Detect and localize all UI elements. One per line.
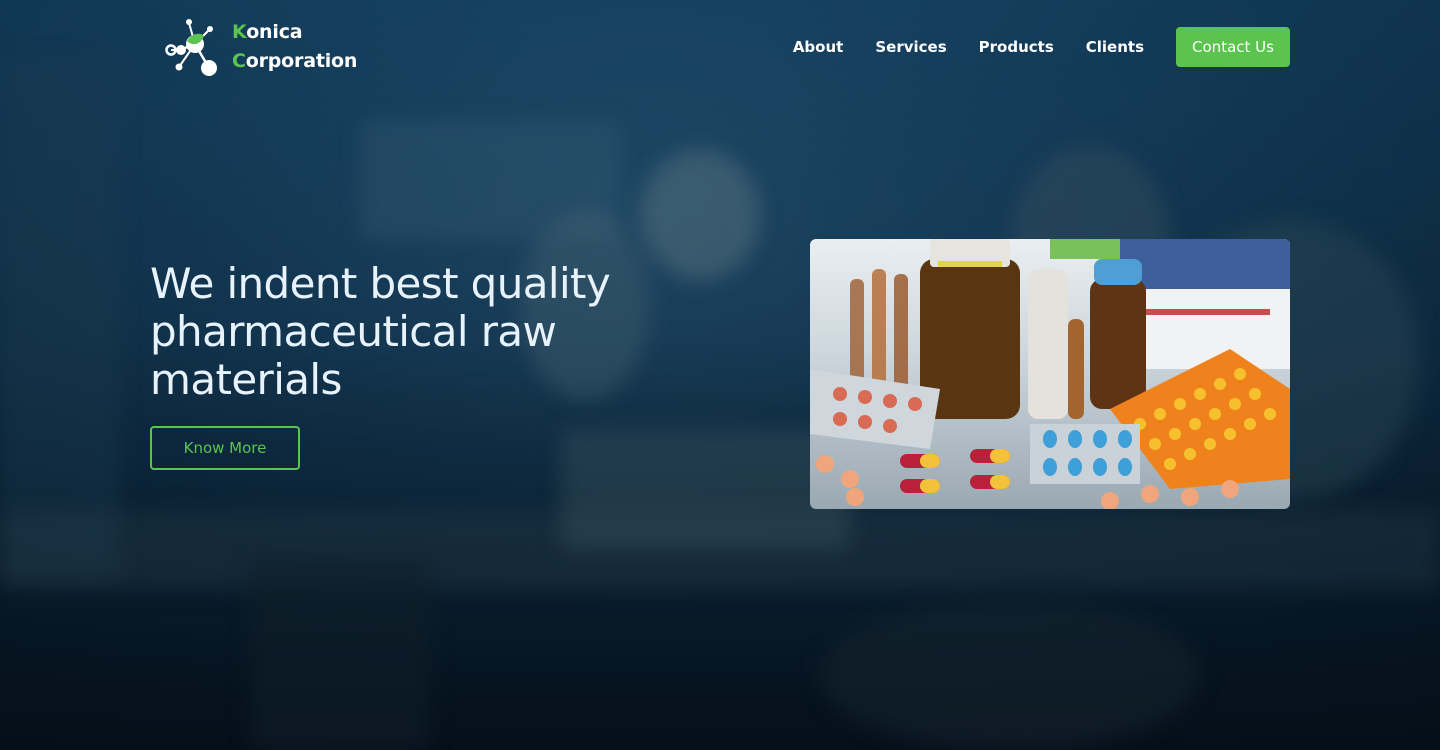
brand-line-2-rest: orporation [245, 50, 358, 72]
brand-line-2: Corporation [232, 47, 357, 76]
background-blur-shape [820, 600, 1200, 750]
main-navigation: About Services Products Clients Contact … [793, 27, 1290, 67]
nav-link-about[interactable]: About [793, 27, 844, 67]
know-more-button[interactable]: Know More [150, 426, 300, 470]
brand-logo[interactable]: Konica Corporation [160, 17, 357, 77]
contact-us-button[interactable]: Contact Us [1176, 27, 1290, 67]
nav-link-services[interactable]: Services [875, 27, 946, 67]
pharmaceutical-pills-image [810, 239, 1290, 509]
hero-headline: We indent best quality pharmaceutical ra… [150, 259, 611, 404]
brand-initial-c: C [232, 50, 246, 72]
pills-illustration [810, 239, 1290, 509]
molecule-leaf-icon [165, 19, 217, 76]
brand-line-1-rest: onica [246, 21, 303, 43]
background-blur-shape [560, 430, 850, 550]
site-header: Konica Corporation About Services Produc… [0, 0, 1440, 96]
brand-name: Konica Corporation [232, 18, 357, 76]
background-blur-shape [250, 560, 430, 750]
nav-link-products[interactable]: Products [979, 27, 1054, 67]
brand-initial-k: K [232, 21, 247, 43]
brand-line-1: Konica [232, 18, 357, 47]
nav-link-clients[interactable]: Clients [1086, 27, 1144, 67]
background-blur-shape [0, 60, 120, 580]
